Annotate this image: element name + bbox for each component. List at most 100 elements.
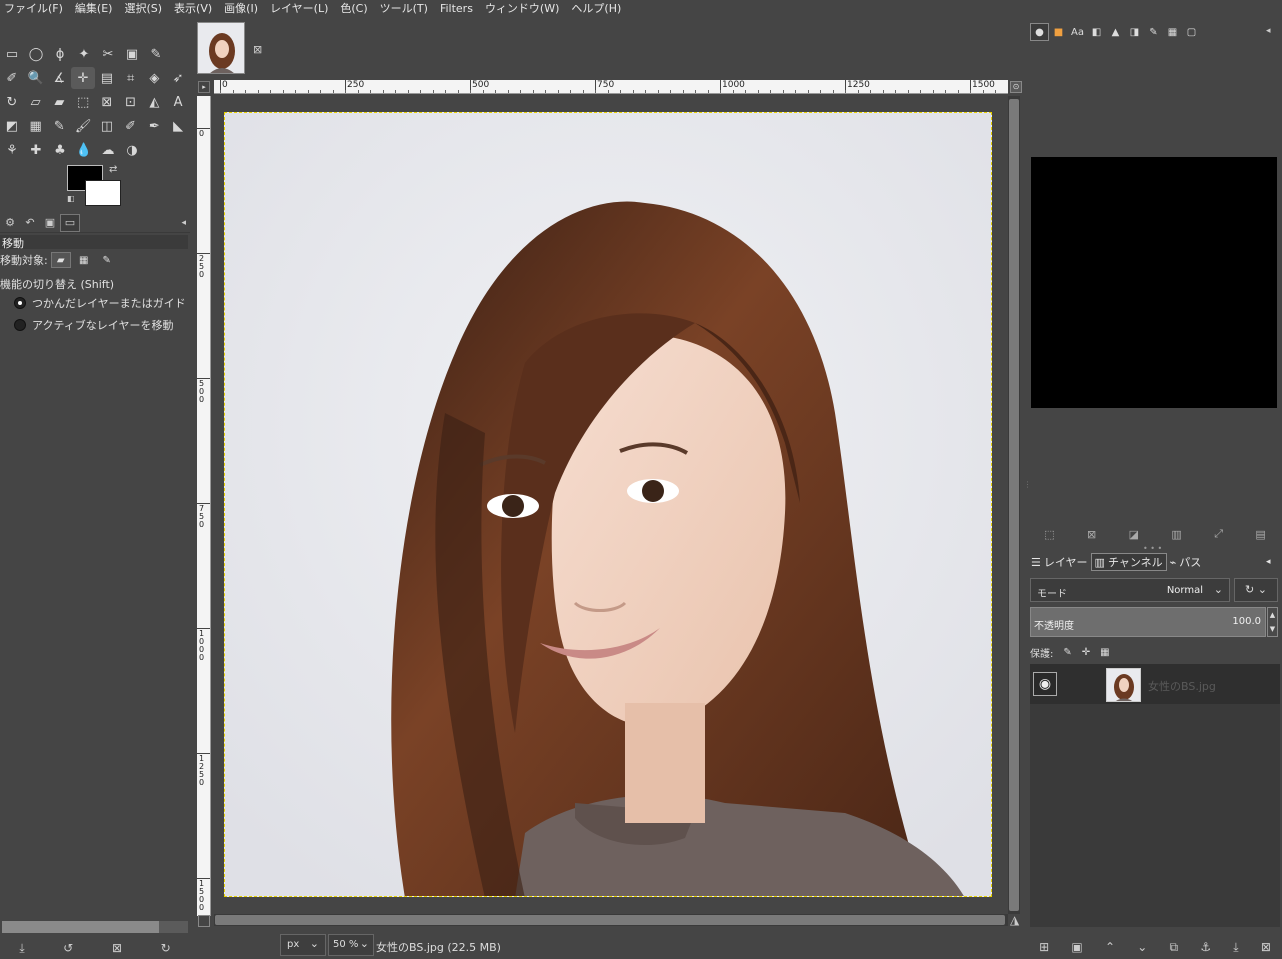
tab-channels[interactable]: ▥ チャンネル — [1090, 553, 1167, 571]
composite-mode-button[interactable]: ↻ ⌄ — [1234, 578, 1278, 602]
tab-brushes[interactable]: ● — [1030, 23, 1049, 41]
ellipse-select-icon[interactable]: ◯ — [24, 43, 48, 65]
perspective-clone-icon[interactable]: ♣ — [48, 139, 72, 161]
warp-transform-icon[interactable]: ➶ — [166, 67, 190, 89]
paths-icon[interactable]: ✎ — [144, 43, 168, 65]
eraser-icon[interactable]: ◫ — [95, 115, 119, 137]
tag-icon[interactable]: ▤ — [1255, 528, 1265, 541]
menu-filters[interactable]: Filters — [440, 2, 479, 15]
airbrush-icon[interactable]: ✐ — [119, 115, 143, 137]
tab-document-history[interactable]: ◧ — [1087, 23, 1106, 41]
open-as-image-icon[interactable]: ⬚ — [1044, 528, 1054, 541]
save-options-icon[interactable]: ⤓ — [19, 941, 24, 956]
handle-transform-icon[interactable]: ⊠ — [95, 91, 119, 113]
move-icon[interactable]: ✛ — [71, 67, 95, 89]
menu-view[interactable]: 表示(V) — [174, 0, 218, 16]
radio-on-icon[interactable] — [14, 297, 26, 309]
move-layer-mode-button[interactable]: ▰ — [50, 252, 71, 268]
layer-name[interactable]: 女性のBS.jpg — [1148, 678, 1216, 694]
reset-options-icon[interactable]: ↻ — [161, 941, 171, 955]
tab-more[interactable]: ▢ — [1182, 23, 1201, 41]
tab-palettes[interactable]: ◨ — [1125, 23, 1144, 41]
tab-patterns[interactable]: ■ — [1049, 23, 1068, 41]
delete-options-icon[interactable]: ⊠ — [112, 941, 122, 955]
tab-tool-options[interactable]: ⚙ — [0, 214, 20, 232]
new-layer-icon[interactable]: ⊞ — [1039, 940, 1049, 954]
cage-transform-icon[interactable]: ⊡ — [119, 91, 143, 113]
delete-layer-icon[interactable]: ⊠ — [1261, 940, 1271, 954]
menu-edit[interactable]: 編集(E) — [75, 0, 119, 16]
vertical-ruler[interactable]: 0 250 500 750 1000 1250 1500 — [197, 96, 211, 916]
pencil-icon[interactable]: ✎ — [48, 115, 72, 137]
new-layer-group-icon[interactable]: ▣ — [1071, 940, 1082, 954]
tab-layers[interactable]: ☰ レイヤー — [1028, 553, 1091, 571]
perspective-icon[interactable]: ▰ — [48, 91, 72, 113]
layer-row[interactable]: ◉ 女性のBS.jpg — [1030, 664, 1280, 704]
dock-menu-icon[interactable]: ◂ — [1266, 26, 1271, 36]
tab-gradients[interactable]: ▲ — [1106, 23, 1125, 41]
rotate-icon[interactable]: ↻ — [0, 91, 24, 113]
navigate-icon[interactable]: ◮ — [1010, 913, 1019, 927]
tab-paths[interactable]: ⌁ パス — [1167, 553, 1205, 571]
tab-device-status[interactable]: ▭ — [60, 213, 80, 232]
image-canvas[interactable] — [224, 112, 992, 897]
tab-tool-presets[interactable]: ✎ — [1144, 23, 1163, 41]
duplicate-icon[interactable]: ▥ — [1171, 528, 1181, 541]
merge-layer-icon[interactable]: ⤓ — [1233, 940, 1238, 955]
gradient-icon[interactable]: ▦ — [24, 115, 48, 137]
zoom-icon[interactable]: 🔍 — [24, 67, 48, 89]
unified-transform-icon[interactable]: ◈ — [143, 67, 167, 89]
canvas-area[interactable] — [214, 96, 1008, 916]
duplicate-layer-icon[interactable]: ⧉ — [1170, 940, 1179, 955]
smudge-icon[interactable]: ☁ — [96, 139, 120, 161]
flip-icon[interactable]: ◭ — [143, 91, 167, 113]
tab-mypaint[interactable]: ▦ — [1163, 23, 1182, 41]
swap-colors-icon[interactable]: ⇄ — [109, 164, 117, 175]
horizontal-scroll-thumb[interactable] — [215, 915, 1005, 925]
default-colors-icon[interactable]: ◧ — [67, 194, 75, 203]
menu-help[interactable]: ヘルプ(H) — [571, 0, 627, 16]
shear-icon[interactable]: ▱ — [24, 91, 48, 113]
paintbrush-icon[interactable]: 🖌 — [71, 115, 95, 137]
quick-mask-toggle[interactable] — [198, 915, 210, 927]
zoom-fit-icon[interactable]: ⊙ — [1010, 81, 1022, 93]
opacity-spinner[interactable]: ▲ ▼ — [1267, 607, 1278, 637]
raise-layer-icon[interactable]: ⌃ — [1105, 940, 1115, 954]
scissors-icon[interactable]: ✂ — [96, 43, 120, 65]
delete-icon[interactable]: ⊠ — [1087, 528, 1096, 541]
edit-icon[interactable]: ◪ — [1129, 528, 1139, 541]
lower-layer-icon[interactable]: ⌄ — [1137, 940, 1147, 954]
tab-images[interactable]: ▣ — [40, 214, 60, 232]
3d-transform-icon[interactable]: ⬚ — [71, 91, 95, 113]
ink-icon[interactable]: ✒ — [143, 115, 167, 137]
image-tab-thumbnail[interactable] — [197, 22, 245, 74]
right-splitter[interactable]: ⋮ — [1024, 480, 1032, 494]
mypaint-brush-icon[interactable]: ◣ — [166, 115, 190, 137]
crop-icon[interactable]: ⌗ — [119, 67, 143, 89]
horizontal-scrollbar[interactable] — [214, 914, 1008, 926]
refresh-icon[interactable]: ⤢ — [1214, 527, 1223, 541]
foreground-select-icon[interactable]: ▣ — [120, 43, 144, 65]
unit-select[interactable]: px ⌄ — [280, 934, 326, 956]
eye-icon[interactable]: ◉ — [1033, 672, 1057, 696]
dock-menu-icon[interactable]: ◂ — [1266, 557, 1271, 567]
opacity-slider[interactable]: 不透明度 100.0 — [1030, 607, 1266, 637]
menu-windows[interactable]: ウィンドウ(W) — [485, 0, 565, 16]
tab-fonts[interactable]: Aa — [1068, 23, 1087, 41]
clone-icon[interactable]: ⚘ — [0, 139, 24, 161]
restore-options-icon[interactable]: ↺ — [63, 941, 73, 955]
free-select-icon[interactable]: ϕ — [48, 43, 72, 65]
move-path-mode-button[interactable]: ✎ — [97, 252, 117, 268]
tab-undo-history[interactable]: ↶ — [20, 214, 40, 232]
measure-icon[interactable]: ∡ — [48, 67, 72, 89]
menu-layer[interactable]: レイヤー(L) — [270, 0, 334, 16]
dock-menu-icon[interactable]: ◂ — [181, 218, 186, 228]
text-icon[interactable]: A — [166, 91, 190, 113]
rect-select-icon[interactable]: ▭ — [0, 43, 24, 65]
color-picker-icon[interactable]: ✐ — [0, 67, 24, 89]
lock-alpha-icon[interactable]: ▦ — [1100, 647, 1109, 658]
left-dock-scrollbar[interactable] — [2, 921, 188, 933]
anchor-layer-icon[interactable]: ⚓ — [1200, 940, 1211, 954]
vertical-scrollbar[interactable] — [1008, 96, 1020, 914]
vertical-scroll-thumb[interactable] — [1009, 99, 1019, 911]
